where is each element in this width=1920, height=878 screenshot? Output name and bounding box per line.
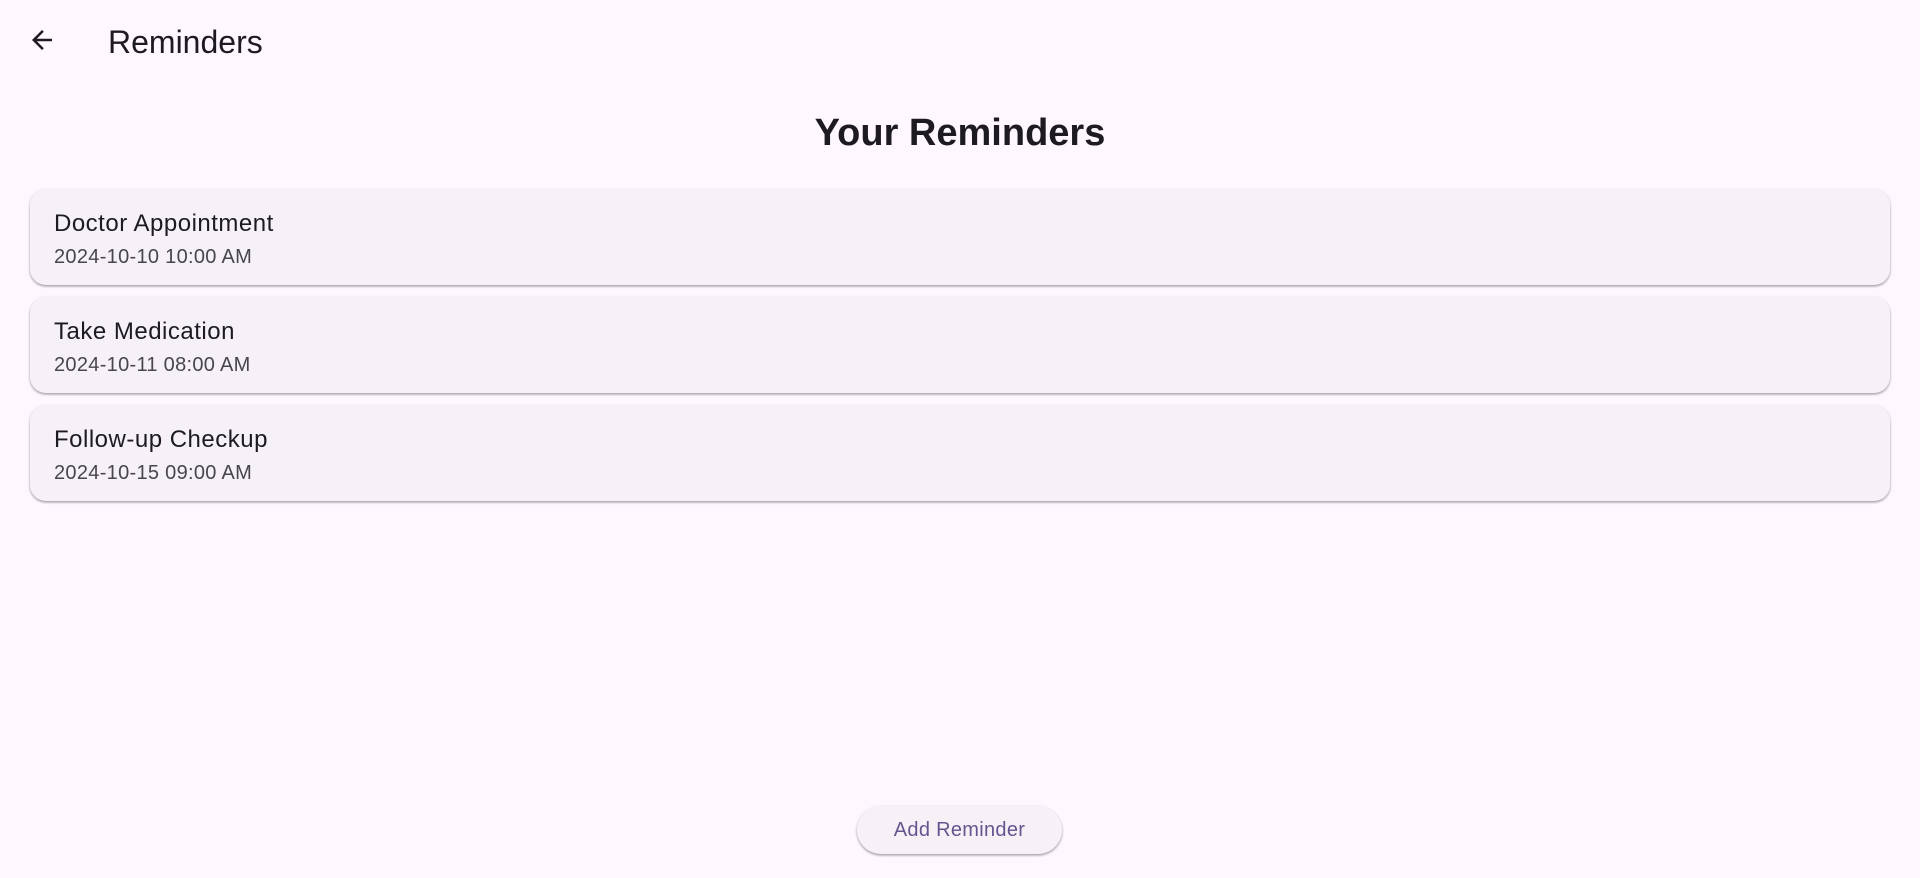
page-heading: Your Reminders [814,112,1106,154]
reminder-datetime: 2024-10-15 09:00 AM [54,462,253,484]
reminder-title: Follow-up Checkup [54,426,268,453]
add-reminder-button[interactable]: Add Reminder [857,806,1062,854]
reminder-title: Take Medication [54,318,235,345]
app-title: Reminders [108,24,263,60]
app-bar: Reminders [0,0,1920,84]
reminder-datetime: 2024-10-10 10:00 AM [54,246,253,268]
reminder-card[interactable]: Take Medication 2024-10-11 08:00 AM [30,297,1890,393]
reminder-card[interactable]: Doctor Appointment 2024-10-10 10:00 AM [30,189,1890,285]
back-button[interactable] [17,17,67,67]
arrow-left-icon [27,25,57,60]
reminder-card[interactable]: Follow-up Checkup 2024-10-15 09:00 AM [30,405,1890,501]
reminder-datetime: 2024-10-11 08:00 AM [54,354,251,376]
reminder-list: Doctor Appointment 2024-10-10 10:00 AM T… [30,189,1890,513]
reminder-title: Doctor Appointment [54,210,274,237]
